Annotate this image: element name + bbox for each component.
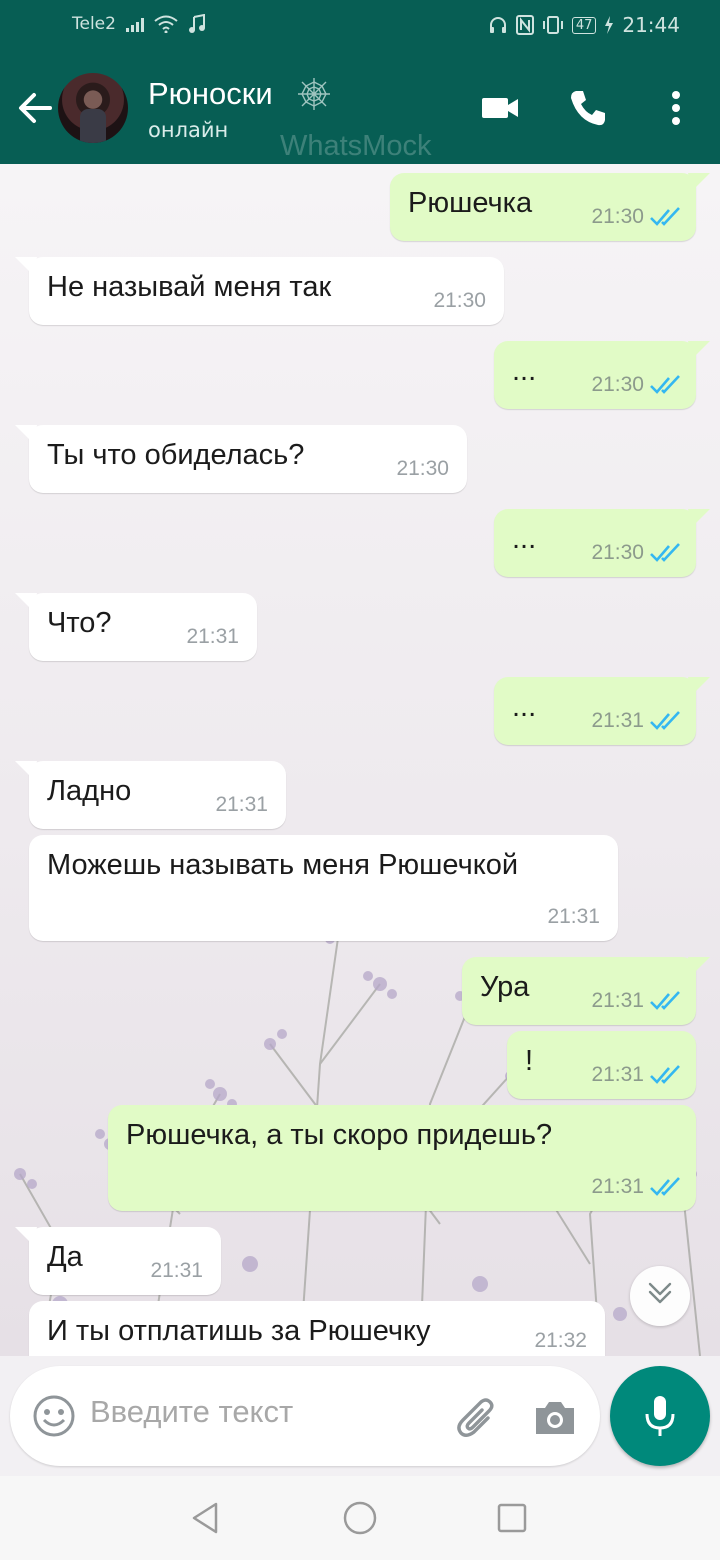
spider-web-icon — [298, 78, 330, 110]
contact-status: онлайн — [148, 118, 229, 142]
message-time: 21:30 — [591, 541, 644, 564]
read-ticks-icon — [650, 543, 680, 562]
emoji-icon[interactable] — [32, 1394, 76, 1438]
read-ticks-icon — [650, 207, 680, 226]
message-time: 21:31 — [591, 1175, 644, 1198]
chat-header: Рюноски онлайн WhatsMock — [0, 54, 720, 164]
vibrate-icon — [542, 16, 563, 34]
message-time: 21:31 — [215, 793, 268, 816]
clock: 21:44 — [622, 13, 680, 37]
message-time: 21:31 — [591, 709, 644, 732]
video-call-icon[interactable] — [478, 86, 522, 130]
contact-name[interactable]: Рюноски — [148, 76, 273, 112]
mic-button[interactable] — [610, 1366, 710, 1466]
message-outgoing[interactable]: ... 21:30 — [494, 509, 710, 577]
message-time: 21:30 — [591, 205, 644, 228]
message-incoming[interactable]: Да 21:31 — [15, 1227, 221, 1295]
message-outgoing[interactable]: ! 21:31 — [507, 1031, 696, 1099]
system-nav-bar — [0, 1476, 720, 1560]
message-outgoing[interactable]: Рюшечка 21:30 — [390, 173, 710, 241]
message-time: 21:31 — [150, 1259, 203, 1282]
music-icon — [188, 14, 205, 33]
read-ticks-icon — [650, 711, 680, 730]
message-text: Ура — [480, 971, 530, 1003]
message-input[interactable]: Введите текст — [90, 1394, 293, 1430]
message-time: 21:31 — [591, 1063, 644, 1086]
message-incoming[interactable]: Не называй меня так 21:30 — [15, 257, 504, 325]
message-outgoing[interactable]: Ура 21:31 — [462, 957, 710, 1025]
message-text: Да — [47, 1241, 83, 1273]
message-time: 21:32 — [534, 1329, 587, 1352]
message-incoming[interactable]: И ты отплатишь за Рюшечку 21:32 — [29, 1301, 605, 1356]
message-incoming[interactable]: Ты что обиделась? 21:30 — [15, 425, 467, 493]
message-time: 21:31 — [547, 905, 600, 928]
mic-icon — [645, 1396, 675, 1436]
headphones-icon — [489, 17, 506, 33]
message-time: 21:31 — [591, 989, 644, 1012]
battery-level: 47 — [571, 16, 597, 34]
message-text: Можешь называть меня Рюшечкой — [47, 849, 519, 881]
message-text: Что? — [47, 607, 112, 639]
read-ticks-icon — [650, 991, 680, 1010]
message-text: Рюшечка — [408, 187, 533, 219]
chat-area[interactable]: Рюшечка 21:30 Не называй меня так 21:30 … — [0, 164, 720, 1356]
message-incoming[interactable]: Что? 21:31 — [15, 593, 257, 661]
read-ticks-icon — [650, 1065, 680, 1084]
status-left: Tele2 — [72, 14, 206, 34]
message-text: ... — [512, 691, 537, 723]
back-arrow-icon[interactable] — [14, 88, 54, 128]
message-text: ... — [512, 523, 537, 555]
message-outgoing[interactable]: ... 21:31 — [494, 677, 710, 745]
watermark: WhatsMock — [280, 130, 432, 162]
signal-icon — [125, 16, 144, 32]
message-text: ... — [512, 355, 537, 387]
message-outgoing[interactable]: ... 21:30 — [494, 341, 710, 409]
attach-icon[interactable] — [452, 1392, 502, 1442]
phone-icon[interactable] — [566, 86, 610, 130]
nav-recents-icon[interactable] — [492, 1498, 532, 1538]
message-time: 21:30 — [396, 457, 449, 480]
status-bar: Tele2 47 21:44 — [0, 0, 720, 54]
message-incoming[interactable]: Можешь называть меня Рюшечкой 21:31 — [29, 835, 618, 941]
camera-icon[interactable] — [530, 1392, 580, 1442]
message-time: 21:31 — [186, 625, 239, 648]
charging-icon — [605, 16, 614, 34]
message-text: Ты что обиделась? — [47, 439, 305, 471]
wifi-icon — [154, 15, 178, 33]
message-text: ! — [525, 1045, 534, 1077]
scroll-down-button[interactable] — [630, 1266, 690, 1326]
nav-home-icon[interactable] — [340, 1498, 380, 1538]
message-outgoing[interactable]: Рюшечка, а ты скоро придешь? 21:31 — [108, 1105, 696, 1211]
message-time: 21:30 — [433, 289, 486, 312]
status-right: 47 21:44 — [488, 13, 680, 37]
message-incoming[interactable]: Ладно 21:31 — [15, 761, 286, 829]
avatar[interactable] — [58, 73, 128, 143]
nav-back-icon[interactable] — [186, 1498, 226, 1538]
message-text: И ты отплатишь за Рюшечку — [47, 1315, 431, 1347]
carrier-label: Tele2 — [72, 14, 116, 34]
read-ticks-icon — [650, 375, 680, 394]
more-vert-icon[interactable] — [654, 86, 698, 130]
message-text: Не называй меня так — [47, 271, 332, 303]
message-text: Ладно — [47, 775, 132, 807]
nfc-icon — [515, 15, 534, 35]
scroll-down-icon — [648, 1282, 672, 1304]
message-input-bar[interactable]: Введите текст — [10, 1366, 600, 1466]
message-time: 21:30 — [591, 373, 644, 396]
read-ticks-icon — [650, 1177, 680, 1196]
message-text: Рюшечка, а ты скоро придешь? — [126, 1119, 553, 1151]
